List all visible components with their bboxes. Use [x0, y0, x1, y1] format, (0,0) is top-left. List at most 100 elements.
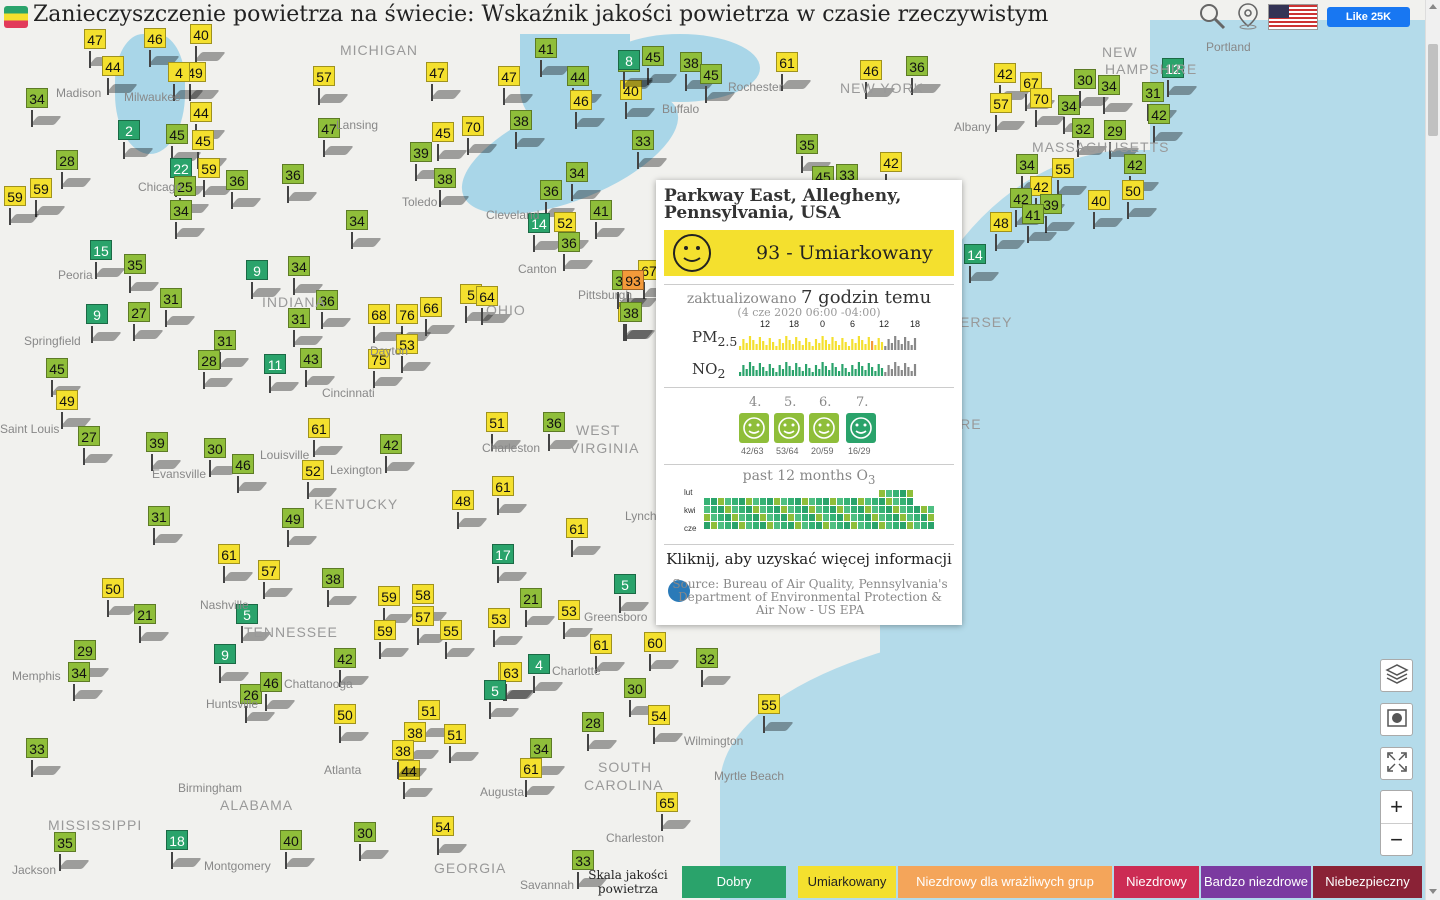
aqi-marker[interactable]: 61 — [566, 518, 602, 558]
aqi-marker[interactable]: 15 — [90, 240, 126, 280]
aqi-marker[interactable]: 39 — [146, 432, 182, 472]
aqi-marker[interactable]: 4 — [528, 654, 564, 694]
aqi-marker[interactable]: 60 — [644, 632, 680, 672]
aqi-marker[interactable]: 59 — [30, 178, 66, 218]
facebook-like-button[interactable]: Like 25K — [1327, 7, 1410, 27]
aqi-marker[interactable]: 38 — [322, 568, 358, 608]
aqi-marker[interactable]: 38 — [510, 110, 546, 150]
aqi-marker[interactable]: 40 — [1088, 190, 1124, 230]
legend-item[interactable]: Niebezpieczny — [1313, 866, 1422, 898]
aqi-marker[interactable]: 21 — [134, 604, 170, 644]
aqi-marker[interactable]: 11 — [264, 354, 300, 394]
aqi-marker[interactable]: 21 — [520, 588, 556, 628]
zoom-in-button[interactable]: + — [1381, 791, 1412, 824]
aqi-marker[interactable]: 52 — [302, 460, 338, 500]
aqi-marker[interactable]: 5 — [484, 680, 520, 720]
aqi-marker[interactable]: 30 — [204, 438, 240, 478]
aqi-marker[interactable]: 48 — [452, 490, 488, 530]
legend-item[interactable]: Umiarkowany — [798, 866, 896, 898]
aqi-marker[interactable]: 45 — [700, 64, 736, 104]
aqi-marker[interactable]: 27 — [128, 302, 164, 342]
layers-icon[interactable] — [1380, 659, 1413, 692]
aqi-marker[interactable]: 61 — [492, 476, 528, 516]
aqi-marker[interactable]: 31 — [288, 308, 324, 348]
aqi-marker[interactable]: 28 — [198, 350, 234, 390]
aqi-marker[interactable]: 33 — [632, 130, 668, 170]
location-pin-icon[interactable] — [1236, 2, 1260, 30]
aqi-marker[interactable]: 54 — [432, 816, 468, 856]
data-source[interactable]: Source: Bureau of Air Quality, Pennsylva… — [668, 578, 952, 617]
aqi-marker[interactable]: 38 — [392, 740, 428, 780]
aqi-marker[interactable]: 30 — [354, 822, 390, 862]
aqi-marker[interactable]: 8 — [618, 50, 654, 90]
aqi-marker[interactable]: 47 — [498, 66, 534, 106]
aqi-marker[interactable]: 27 — [78, 426, 114, 466]
aqi-marker[interactable]: 41 — [535, 38, 571, 78]
legend-item[interactable]: Bardzo niezdrowe — [1201, 866, 1311, 898]
aqi-marker[interactable]: 55 — [440, 620, 476, 660]
aqi-marker[interactable]: 32 — [696, 648, 732, 688]
aqi-marker[interactable]: 38 — [434, 168, 470, 208]
aqi-marker[interactable]: 30 — [624, 678, 660, 718]
aqi-marker[interactable]: 36 — [558, 232, 594, 272]
aqi-marker[interactable]: 59 — [374, 620, 410, 660]
us-flag-icon[interactable] — [1268, 4, 1318, 30]
aqi-marker[interactable]: 14 — [964, 244, 1000, 284]
aqi-marker[interactable]: 53 — [558, 600, 594, 640]
aqi-marker[interactable]: 59 — [198, 158, 234, 198]
aqi-marker[interactable]: 61 — [218, 544, 254, 584]
aqi-marker[interactable]: 17 — [492, 544, 528, 584]
aqi-marker[interactable]: 5 — [614, 574, 650, 614]
aqi-marker[interactable]: 43 — [300, 348, 336, 388]
aqi-marker[interactable]: 2 — [118, 120, 154, 160]
more-info-link[interactable]: Kliknij, aby uzyskać więcej informacji — [664, 550, 954, 568]
aqi-marker[interactable]: 9 — [214, 644, 250, 684]
aqi-marker[interactable]: 35 — [54, 832, 90, 872]
world-map-icon[interactable] — [1380, 703, 1413, 736]
aqi-marker[interactable]: 34 — [346, 210, 382, 250]
aqi-marker[interactable]: 39 — [410, 142, 446, 182]
aqi-marker[interactable]: 34 — [68, 662, 104, 702]
aqi-marker[interactable]: 70 — [1030, 88, 1066, 128]
aqi-marker[interactable]: 35 — [124, 254, 160, 294]
aqi-marker[interactable]: 65 — [656, 792, 692, 832]
aqi-marker[interactable]: 68 — [368, 304, 404, 344]
aqi-marker[interactable]: 40 — [280, 830, 316, 870]
aqi-marker[interactable]: 31 — [160, 288, 196, 328]
aqi-marker[interactable]: 30 — [1074, 69, 1110, 109]
aqi-marker[interactable]: 57 — [990, 93, 1026, 133]
aqi-marker[interactable]: 28 — [582, 712, 618, 752]
aqi-marker[interactable]: 48 — [990, 212, 1026, 252]
aqi-marker[interactable]: 49 — [282, 508, 318, 548]
aqi-marker[interactable]: 51 — [444, 724, 480, 764]
aqi-marker[interactable]: 66 — [420, 297, 456, 337]
aqi-marker[interactable]: 34 — [26, 88, 62, 128]
aqi-marker[interactable]: 9 — [86, 304, 122, 344]
aqi-marker[interactable]: 18 — [166, 830, 202, 870]
legend-item[interactable]: Niezdrowy dla wrażliwych grup — [898, 866, 1112, 898]
aqi-marker[interactable]: 61 — [308, 418, 344, 458]
aqi-marker[interactable]: 46 — [144, 28, 180, 68]
aqi-marker[interactable]: 59 — [4, 186, 40, 226]
aqi-marker[interactable]: 42 — [1148, 104, 1184, 144]
legend-item[interactable]: Niezdrowy — [1114, 866, 1199, 898]
aqi-marker[interactable]: 55 — [758, 694, 794, 734]
aqi-marker[interactable]: 34 — [1098, 75, 1134, 115]
aqi-marker[interactable]: 46 — [570, 90, 606, 130]
legend-item[interactable]: Dobry — [682, 866, 786, 898]
aqi-marker[interactable]: 57 — [313, 66, 349, 106]
aqi-marker[interactable]: 33 — [26, 738, 62, 778]
aqi-marker[interactable]: 36 — [543, 412, 579, 452]
aqi-marker[interactable]: 41 — [1022, 204, 1058, 244]
aqi-marker[interactable]: 57 — [412, 606, 448, 646]
aqi-marker[interactable]: 53 — [488, 608, 524, 648]
aqi-marker[interactable]: 50 — [1122, 180, 1158, 220]
aqi-marker[interactable]: 34 — [288, 256, 324, 296]
aqi-marker[interactable]: 46 — [232, 454, 268, 494]
aqi-marker[interactable]: 50 — [334, 704, 370, 744]
aqi-marker[interactable]: 36 — [282, 164, 318, 204]
scrollbar-thumb[interactable] — [1428, 44, 1438, 136]
station-popup[interactable]: Parkway East, Allegheny, Pennsylvania, U… — [656, 180, 962, 625]
fullscreen-icon[interactable] — [1380, 747, 1413, 780]
aqi-marker[interactable]: 36 — [226, 170, 262, 210]
